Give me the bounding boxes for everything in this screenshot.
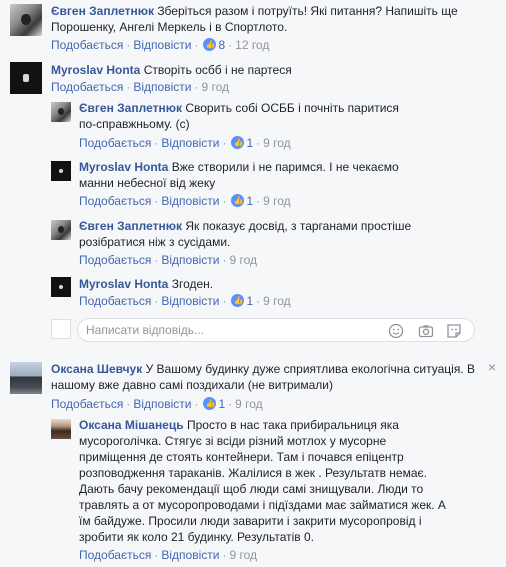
reaction-count[interactable]: 8 bbox=[218, 38, 225, 52]
like-reaction-icon[interactable] bbox=[231, 136, 245, 149]
reply-button[interactable]: Відповісти bbox=[161, 194, 219, 208]
reply-button[interactable]: Відповісти bbox=[161, 548, 219, 562]
like-button[interactable]: Подобається bbox=[79, 253, 151, 267]
reply-author[interactable]: Myroslav Honta bbox=[79, 160, 168, 174]
reply-button[interactable]: Відповісти bbox=[133, 80, 191, 94]
like-button[interactable]: Подобається bbox=[79, 294, 151, 308]
reply-author[interactable]: Myroslav Honta bbox=[79, 277, 168, 291]
reaction-count[interactable]: 1 bbox=[218, 397, 225, 411]
like-button[interactable]: Подобається bbox=[51, 80, 123, 94]
reply-author[interactable]: Оксана Мішанець bbox=[79, 418, 184, 432]
current-user-avatar bbox=[51, 319, 71, 339]
reply-text: Просто в нас така прибиральниця яка мусо… bbox=[79, 418, 446, 544]
timestamp[interactable]: 9 год bbox=[263, 136, 291, 150]
comment-actions: Подобається · Відповісти · 9 год bbox=[51, 80, 229, 94]
like-reaction-icon[interactable] bbox=[231, 294, 245, 307]
like-reaction-icon[interactable] bbox=[203, 397, 217, 410]
reply-button[interactable]: Відповісти bbox=[161, 136, 219, 150]
sticker-icon[interactable] bbox=[446, 323, 462, 339]
like-button[interactable]: Подобається bbox=[79, 548, 151, 562]
comment-actions: Подобається·Відповісти·1·9 год bbox=[51, 396, 263, 412]
reply-box[interactable] bbox=[77, 318, 475, 342]
comment-author[interactable]: Оксана Шевчук bbox=[51, 362, 142, 376]
reply-body: Myroslav Honta Згоден. bbox=[79, 276, 419, 292]
comment-body: Оксана Шевчук У Вашому будинку дуже спри… bbox=[51, 361, 491, 393]
like-button[interactable]: Подобається bbox=[51, 38, 123, 52]
avatar[interactable] bbox=[10, 4, 42, 36]
timestamp[interactable]: 9 год bbox=[229, 548, 257, 562]
reply-body: Оксана Мішанець Просто в нас така прибир… bbox=[79, 417, 449, 545]
reply-actions: Подобається·Відповісти·1·9 год bbox=[79, 135, 291, 151]
avatar[interactable] bbox=[51, 277, 71, 297]
smiley-icon[interactable] bbox=[388, 323, 404, 339]
timestamp[interactable]: 9 год bbox=[229, 253, 257, 267]
avatar[interactable] bbox=[51, 419, 71, 439]
avatar[interactable] bbox=[51, 161, 71, 181]
reply-author[interactable]: Євген Заплетнюк bbox=[79, 101, 182, 115]
reply-actions: Подобається · Відповісти · 9 год bbox=[79, 253, 257, 267]
comment-author[interactable]: Myroslav Honta bbox=[51, 63, 140, 77]
like-reaction-icon[interactable] bbox=[231, 194, 245, 207]
avatar[interactable] bbox=[10, 62, 42, 94]
reply-actions: Подобається·Відповісти·1·9 год bbox=[79, 293, 291, 309]
comment-text: Створіть осбб і не партеся bbox=[143, 63, 292, 77]
comment-body: Myroslav Honta Створіть осбб і не партес… bbox=[51, 62, 491, 78]
like-button[interactable]: Подобається bbox=[79, 136, 151, 150]
reply-body: Євген Заплетнюк Сворить собі ОСББ і почн… bbox=[79, 100, 419, 132]
reply-input[interactable] bbox=[86, 323, 366, 337]
reply-button[interactable]: Відповісти bbox=[161, 253, 219, 267]
reply-actions: Подобається·Відповісти·1·9 год bbox=[79, 193, 291, 209]
avatar[interactable] bbox=[51, 220, 71, 240]
comment-body: Євген Заплетнюк Зберіться разом і потруї… bbox=[51, 3, 491, 35]
close-icon[interactable]: × bbox=[488, 360, 496, 374]
like-button[interactable]: Подобається bbox=[51, 397, 123, 411]
reply-text: Згоден. bbox=[171, 277, 214, 291]
avatar[interactable] bbox=[51, 102, 71, 122]
reply-button[interactable]: Відповісти bbox=[133, 397, 191, 411]
reaction-count[interactable]: 1 bbox=[246, 194, 253, 208]
timestamp[interactable]: 9 год bbox=[263, 194, 291, 208]
camera-icon[interactable] bbox=[418, 323, 434, 339]
timestamp[interactable]: 9 год bbox=[263, 294, 291, 308]
reply-body: Євген Заплетнюк Як показує досвід, з тар… bbox=[79, 218, 419, 250]
reply-actions: Подобається · Відповісти · 9 год bbox=[79, 548, 257, 562]
like-reaction-icon[interactable] bbox=[203, 38, 217, 51]
timestamp[interactable]: 9 год bbox=[235, 397, 263, 411]
reaction-count[interactable]: 1 bbox=[246, 136, 253, 150]
reply-author[interactable]: Євген Заплетнюк bbox=[79, 219, 182, 233]
reaction-count[interactable]: 1 bbox=[246, 294, 253, 308]
timestamp[interactable]: 9 год bbox=[201, 80, 229, 94]
reply-button[interactable]: Відповісти bbox=[133, 38, 191, 52]
comment-author[interactable]: Євген Заплетнюк bbox=[51, 4, 154, 18]
like-button[interactable]: Подобається bbox=[79, 194, 151, 208]
avatar[interactable] bbox=[10, 362, 42, 394]
comment-actions: Подобається·Відповісти·8·12 год bbox=[51, 37, 269, 53]
reply-button[interactable]: Відповісти bbox=[161, 294, 219, 308]
reply-body: Myroslav Honta Вже створили і не паримся… bbox=[79, 159, 419, 191]
timestamp[interactable]: 12 год bbox=[235, 38, 269, 52]
